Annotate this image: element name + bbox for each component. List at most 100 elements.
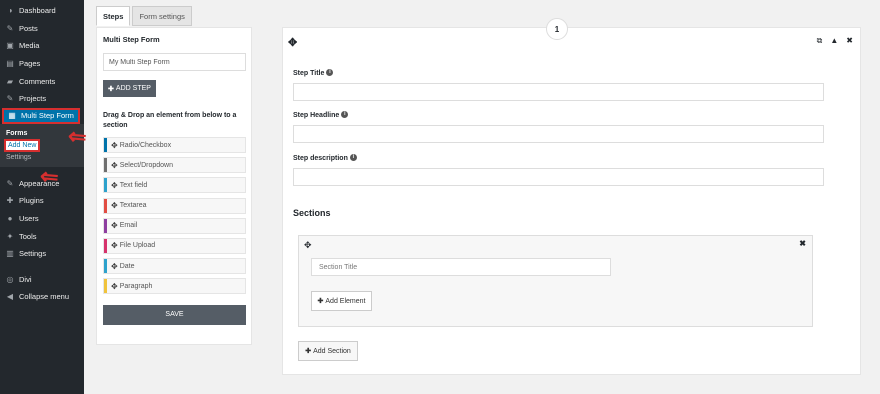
color-bar [104, 178, 107, 193]
element-email[interactable]: ✥ Email [103, 217, 246, 234]
sidebar-item-settings[interactable]: ▥ Settings [0, 245, 84, 263]
color-bar [104, 198, 107, 213]
users-icon: ● [7, 214, 13, 224]
element-label: Textarea [119, 202, 147, 210]
plus-icon: ✚ [305, 348, 312, 355]
add-element-button[interactable]: ✚ Add Element [311, 291, 372, 311]
move-icon: ✥ [111, 201, 118, 211]
add-section-button[interactable]: ✚ Add Section [298, 341, 358, 361]
step-description-field[interactable] [293, 168, 824, 186]
step-headline-field[interactable] [293, 125, 824, 143]
color-bar [104, 279, 107, 294]
sections-heading: Sections [293, 208, 331, 218]
tab-form-settings[interactable]: Form settings [132, 6, 192, 26]
sidebar-item-comments[interactable]: ▰ Comments [0, 72, 84, 90]
info-icon[interactable]: i [341, 110, 349, 118]
sidebar-item-projects[interactable]: ✎ Projects [0, 90, 84, 108]
color-bar [104, 259, 107, 274]
sidebar-item-plugins[interactable]: ✚ Plugins [0, 192, 84, 210]
submenu-add-new[interactable]: Add New [4, 138, 41, 152]
step-title-field[interactable] [293, 83, 824, 101]
element-text-field[interactable]: ✥ Text field [103, 177, 246, 194]
plugins-icon: ✚ [6, 196, 14, 206]
step-controls: ⧉ ▲ ✖ [817, 36, 853, 46]
sidebar-item-label: Multi Step Form [21, 111, 74, 121]
sidebar-item-media[interactable]: ▣ Media [0, 37, 84, 55]
panel-title: Multi Step Form [103, 35, 160, 44]
color-bar [104, 238, 107, 253]
color-bar [104, 158, 107, 173]
sidebar-item-users[interactable]: ● Users [0, 210, 84, 228]
element-palette: ✥ Radio/Checkbox ✥ Select/Dropdown ✥ Text fie… [103, 137, 246, 295]
section-title-input[interactable]: Section Title [311, 258, 611, 276]
plus-icon: ✚ [317, 298, 324, 305]
form-icon: ▦ [8, 111, 16, 121]
divi-icon: ◎ [6, 274, 14, 284]
sidebar-item-label: Divi [19, 274, 32, 284]
element-label: Email [119, 222, 138, 230]
info-icon[interactable]: i [326, 68, 334, 76]
close-icon[interactable]: ✖ [846, 36, 853, 46]
element-textarea[interactable]: ✥ Textarea [103, 197, 246, 214]
color-bar [104, 138, 107, 152]
step-editor: 1 ✥ ⧉ ▲ ✖ Step Title i Step Headline i Ste… [282, 18, 861, 375]
sidebar-item-label: Tools [19, 231, 37, 241]
step-number-badge[interactable]: 1 [546, 18, 568, 40]
sidebar-item-posts[interactable]: ✎ Posts [0, 20, 84, 38]
duplicate-icon[interactable]: ⧉ [817, 36, 823, 46]
element-select-dropdown[interactable]: ✥ Select/Dropdown [103, 157, 246, 174]
move-icon: ✥ [111, 221, 118, 231]
section-container: ✥ ✖ Section Title ✚ Add Element [298, 235, 813, 327]
sidebar-item-collapse-menu[interactable]: ◀ Collapse menu [0, 288, 84, 306]
sidebar-item-label: Pages [19, 59, 41, 69]
element-label: File Upload [119, 242, 156, 250]
dashboard-icon: ◑ [7, 6, 13, 16]
tools-icon: ✦ [6, 231, 14, 241]
sidebar-item-multi-step-form[interactable]: ▦ Multi Step Form [2, 107, 80, 124]
move-icon: ✥ [111, 261, 118, 271]
sidebar-item-divi[interactable]: ◎ Divi [0, 271, 84, 289]
element-label: Date [119, 262, 135, 270]
plus-icon: ✚ [108, 85, 114, 93]
form-builder-panel: Multi Step Form ✚ADD STEP Drag & Drop an… [96, 27, 252, 345]
sidebar-item-label: Dashboard [19, 6, 56, 16]
step-headline-label: Step Headline i [293, 110, 349, 119]
info-icon[interactable]: i [349, 153, 357, 161]
element-label: Select/Dropdown [119, 161, 174, 169]
element-label: Paragraph [119, 282, 153, 290]
sidebar-item-label: Plugins [19, 196, 44, 206]
sidebar-item-pages[interactable]: ▤ Pages [0, 55, 84, 73]
element-paragraph[interactable]: ✥ Paragraph [103, 278, 246, 295]
comment-icon: ▰ [6, 76, 14, 86]
sidebar-item-label: Users [19, 214, 39, 224]
sidebar-item-label: Posts [19, 23, 38, 33]
appearance-icon: ✎ [6, 178, 14, 188]
submenu-settings[interactable]: Settings [0, 152, 84, 163]
move-icon: ✥ [111, 180, 118, 190]
element-radio-checkbox[interactable]: ✥ Radio/Checkbox [103, 137, 246, 153]
element-date[interactable]: ✥ Date [103, 258, 246, 275]
drag-drop-instructions: Drag & Drop an element from below to a s… [103, 112, 237, 129]
media-icon: ▣ [6, 41, 14, 51]
admin-sidebar: ◑ Dashboard ✎ Posts ▣ Media ▤ Pages ▰ Comments ✎ Pr… [0, 0, 84, 394]
collapse-up-icon[interactable]: ▲ [830, 36, 838, 46]
element-file-upload[interactable]: ✥ File Upload [103, 237, 246, 254]
pin-icon: ✎ [6, 94, 14, 104]
tab-bar: Steps Form settings [96, 6, 194, 26]
close-icon[interactable]: ✖ [799, 239, 806, 248]
tab-steps[interactable]: Steps [96, 6, 131, 26]
save-button[interactable]: SAVE [103, 304, 246, 325]
pin-icon: ✎ [6, 23, 14, 33]
color-bar [104, 218, 107, 233]
add-step-button[interactable]: ✚ ADD STEP [103, 80, 156, 97]
sidebar-item-dashboard[interactable]: ◑ Dashboard [0, 2, 84, 20]
sidebar-item-tools[interactable]: ✦ Tools [0, 227, 84, 245]
sidebar-item-label: Collapse menu [19, 292, 70, 302]
move-icon[interactable]: ✥ [288, 36, 297, 49]
form-name-input[interactable] [103, 53, 246, 71]
move-icon[interactable]: ✥ [304, 240, 312, 251]
collapse-menu-icon: ◀ [6, 292, 14, 302]
move-icon: ✥ [111, 160, 118, 170]
sidebar-item-label: Comments [19, 76, 56, 86]
element-label: Text field [119, 181, 148, 189]
